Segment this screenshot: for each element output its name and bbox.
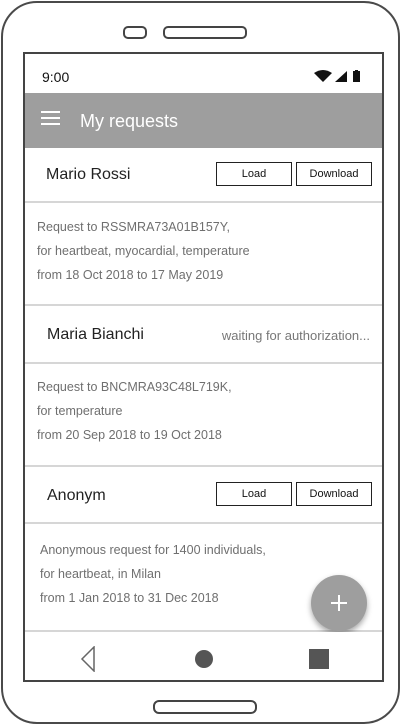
- hamburger-menu-icon[interactable]: [41, 109, 61, 129]
- request-parameters: for heartbeat, in Milan: [40, 567, 161, 581]
- status-time: 9:00: [42, 69, 70, 85]
- physical-home-bar: [153, 700, 257, 714]
- request-name: Anonym: [47, 487, 106, 504]
- request-target: Request to BNCMRA93C48L719K,: [37, 380, 232, 394]
- request-target: Request to RSSMRA73A01B157Y,: [37, 220, 230, 234]
- back-button[interactable]: [80, 645, 96, 677]
- request-parameters: for heartbeat, myocardial, temperature: [37, 244, 250, 258]
- request-date-range: from 1 Jan 2018 to 31 Dec 2018: [40, 591, 219, 605]
- back-triangle-icon: [80, 645, 95, 673]
- phone-screen: 9:00 My requests Mario Rossi Load Downlo…: [23, 52, 384, 682]
- recents-button[interactable]: [308, 648, 330, 675]
- load-button[interactable]: Load: [216, 482, 292, 506]
- status-bar: 9:00: [25, 54, 382, 93]
- recents-square-icon: [309, 649, 329, 669]
- request-date-range: from 20 Sep 2018 to 19 Oct 2018: [37, 428, 222, 442]
- status-icons: [314, 70, 368, 88]
- request-header-mario-rossi[interactable]: Mario Rossi Load Download: [25, 148, 382, 203]
- status-text-waiting: waiting for authorization...: [221, 328, 370, 343]
- download-button[interactable]: Download: [296, 162, 372, 186]
- speaker-grille: [163, 26, 247, 39]
- home-circle-icon: [195, 650, 213, 668]
- app-bar: My requests: [25, 93, 382, 148]
- requests-list: Mario Rossi Load Download Request to RSS…: [25, 148, 382, 632]
- signal-icon: [335, 71, 347, 82]
- download-button[interactable]: Download: [296, 482, 372, 506]
- phone-frame: 9:00 My requests Mario Rossi Load Downlo…: [1, 1, 400, 724]
- request-header-maria-bianchi[interactable]: Maria Bianchi waiting for authorization.…: [25, 306, 382, 364]
- home-button[interactable]: [194, 649, 214, 674]
- request-name: Mario Rossi: [46, 166, 131, 183]
- request-name: Maria Bianchi: [47, 326, 144, 343]
- page-title: My requests: [80, 111, 179, 131]
- system-nav-bar: [25, 632, 382, 680]
- request-header-anonym[interactable]: Anonym Load Download: [25, 467, 382, 524]
- plus-icon: [331, 595, 347, 611]
- camera-dot: [123, 26, 147, 39]
- add-request-button[interactable]: [311, 575, 367, 631]
- request-target: Anonymous request for 1400 individuals,: [40, 543, 266, 557]
- request-parameters: for temperature: [37, 404, 123, 418]
- request-details-maria-bianchi: Request to BNCMRA93C48L719K, for tempera…: [25, 364, 382, 467]
- wifi-icon: [314, 70, 332, 82]
- request-details-mario-rossi: Request to RSSMRA73A01B157Y, for heartbe…: [25, 203, 382, 306]
- request-date-range: from 18 Oct 2018 to 17 May 2019: [37, 268, 224, 282]
- battery-icon: [353, 70, 360, 82]
- load-button[interactable]: Load: [216, 162, 292, 186]
